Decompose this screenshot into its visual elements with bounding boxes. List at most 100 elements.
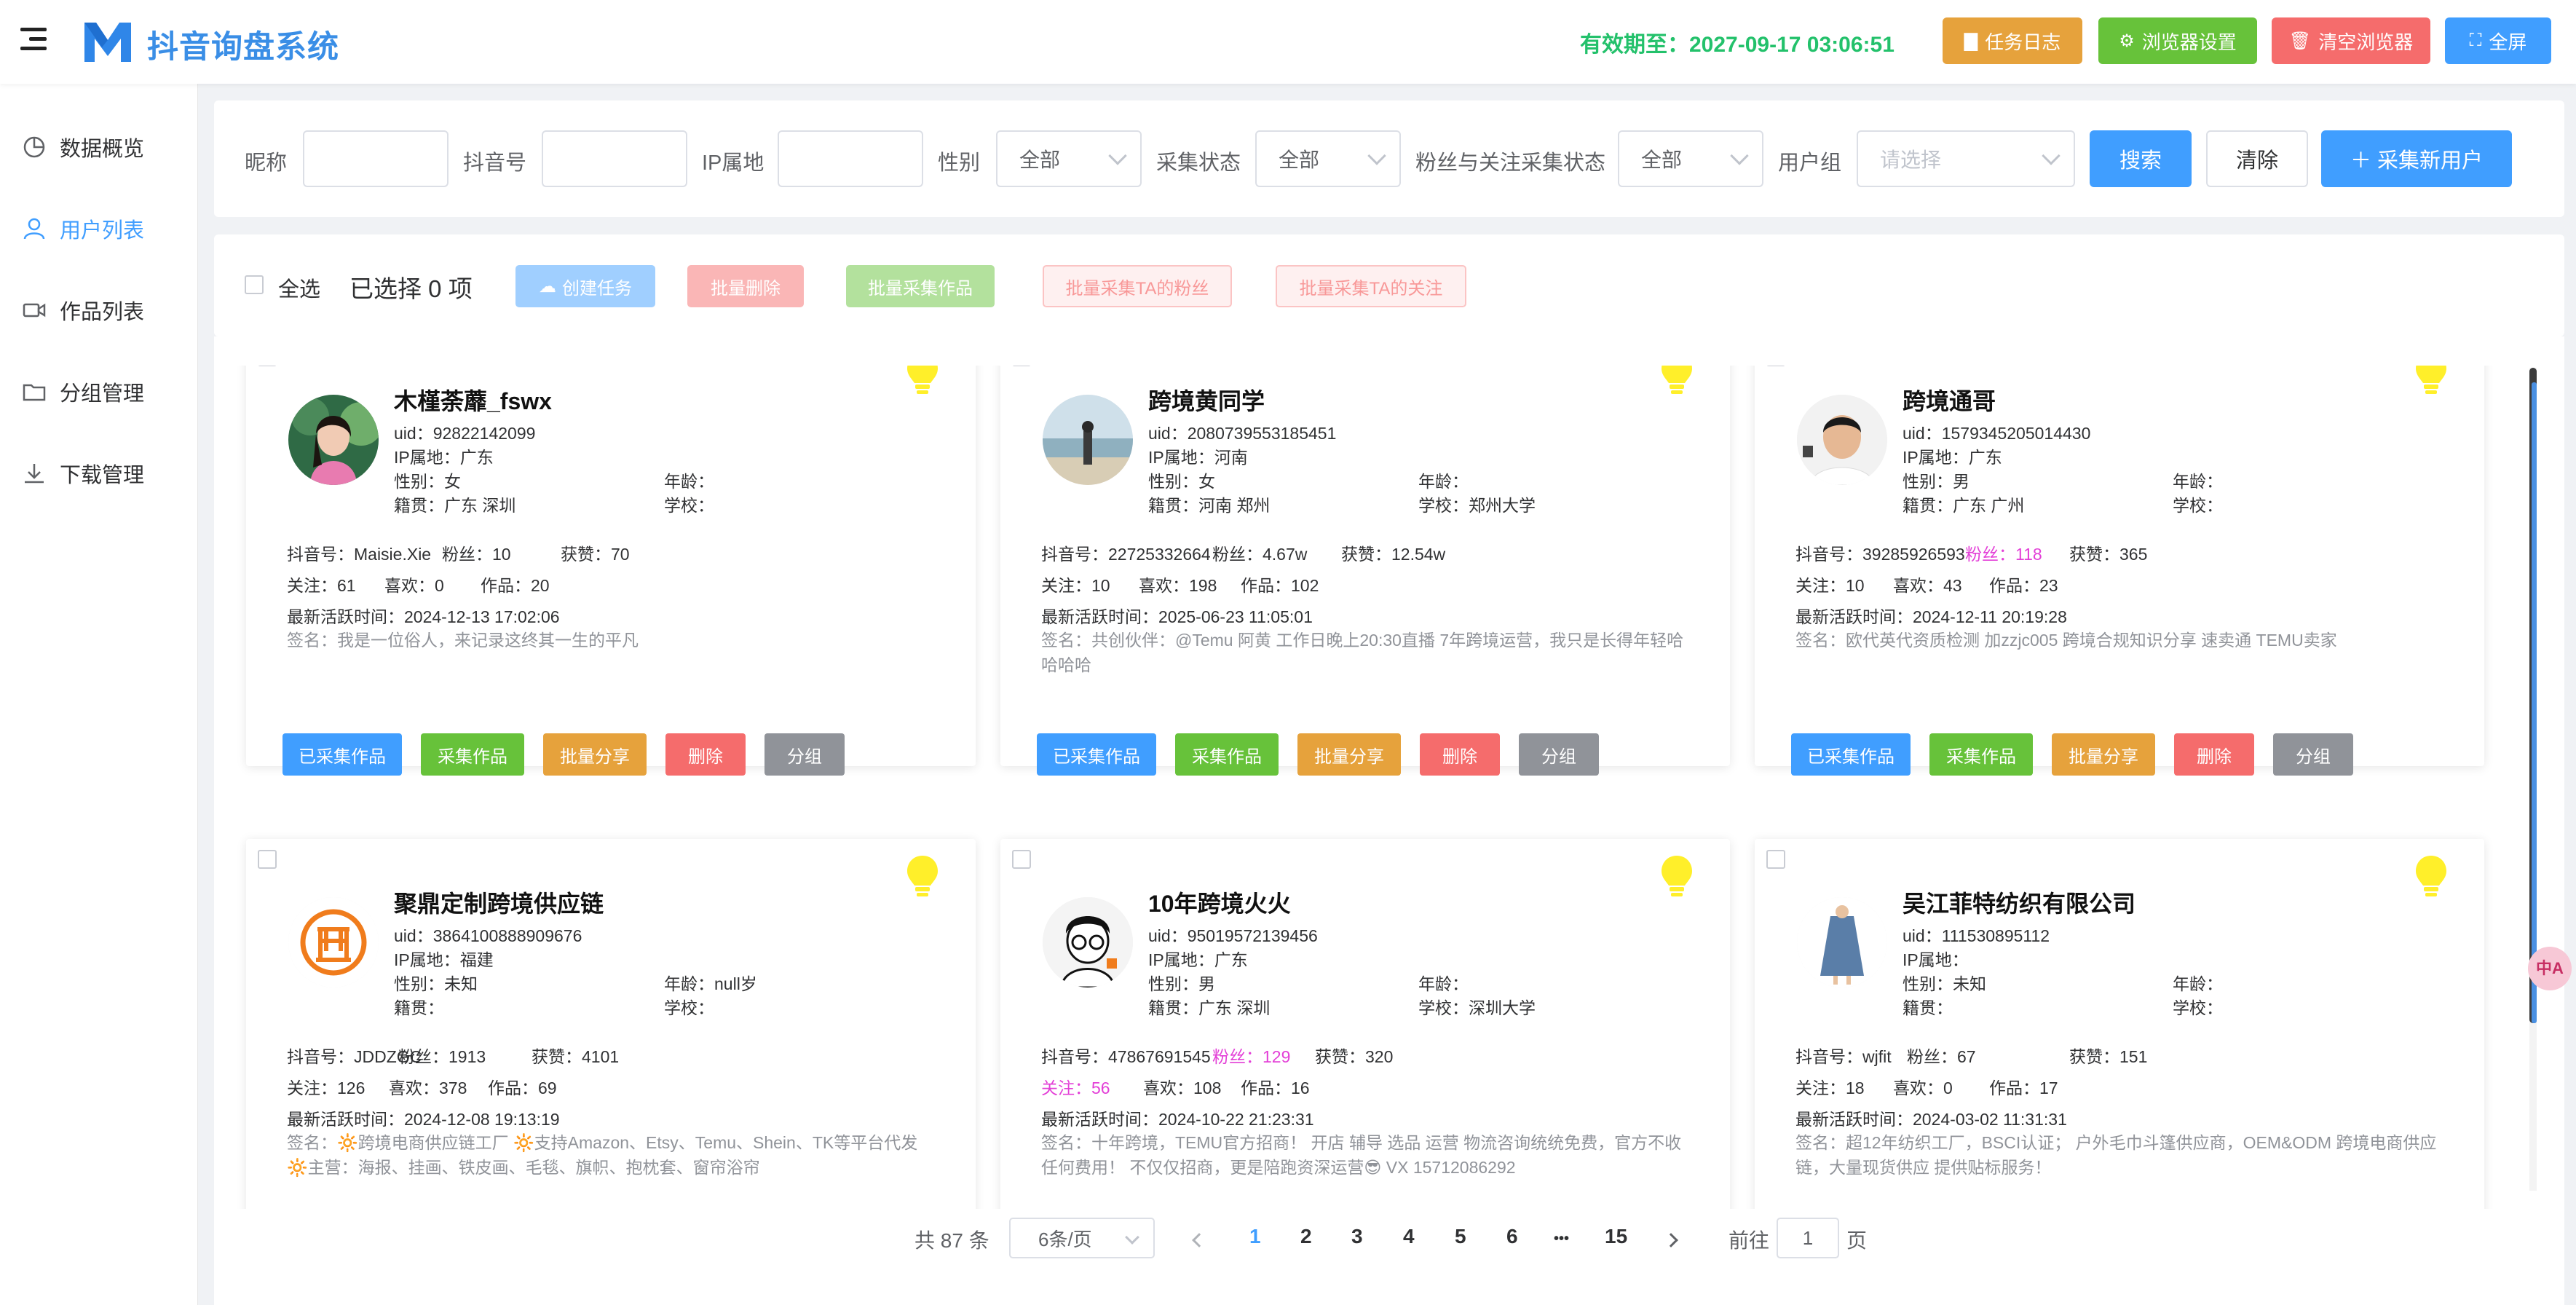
user-douyin-id: 抖音号：47867691545 [1041, 1047, 1211, 1066]
user-uid: uid：92822142099 [394, 424, 536, 443]
chevron-down-icon [1730, 146, 1749, 165]
page-number[interactable]: 2 [1300, 1225, 1312, 1248]
user-cards-viewport: 木槿荼蘼_fswx uid：92822142099 IP属地：广东 性别：女 年龄： 籍贯… [214, 366, 2564, 1209]
user-card: 吴江菲特纺织有限公司 uid：111530895112 IP属地： 性别：未知 年龄： 籍… [1755, 839, 2484, 1209]
user-fans-count: 粉丝：129 [1212, 1047, 1291, 1066]
translate-floating-button[interactable]: 中A [2528, 947, 2572, 990]
collect-works-button[interactable]: 采集作品 [1175, 733, 1279, 776]
fans-status-label: 粉丝与关注采集状态 [1415, 151, 1606, 175]
batch-action-bar: 全选 已选择 0 项 ☁ 创建任务 批量删除 批量采集作品 批量采集TA的粉丝 批… [214, 234, 2564, 336]
user-liked-count: 喜欢：108 [1143, 1079, 1222, 1097]
user-gender: 性别：男 [1903, 472, 1969, 491]
menu-toggle-icon[interactable] [20, 28, 50, 54]
user-native-place: 籍贯：河南 郑州 [1148, 496, 1271, 515]
user-card: 木槿荼蘼_fswx uid：92822142099 IP属地：广东 性别：女 年龄： 籍贯… [246, 366, 976, 776]
user-liked-count: 喜欢：0 [1893, 1079, 1953, 1097]
batch-share-button[interactable]: 批量分享 [2052, 733, 2155, 776]
user-native-place: 籍贯：广东 深圳 [1148, 998, 1271, 1017]
clear-button[interactable]: 清除 [2206, 130, 2308, 187]
user-douyin-id: 抖音号：Maisie.Xie [287, 545, 432, 564]
user-last-active: 最新活跃时间：2024-12-11 20:19:28 [1795, 607, 2067, 626]
batch-share-button[interactable]: 批量分享 [543, 733, 647, 776]
user-signature: 签名：共创伙伴：@Temu 阿黄 工作日晚上20:30直播 7年跨境运营，我只是… [1041, 631, 1684, 674]
collect-status-select[interactable]: 全部 [1255, 130, 1401, 187]
task-log-button[interactable]: ▇ 任务日志 [1943, 17, 2082, 64]
page-number[interactable]: 1 [1249, 1225, 1261, 1248]
fullscreen-button[interactable]: ⛶ 全屏 [2445, 17, 2551, 64]
search-button[interactable]: 搜索 [2090, 130, 2192, 187]
clear-browser-button[interactable]: 🗑 清空浏览器 [2272, 17, 2430, 64]
lightbulb-icon[interactable] [2413, 853, 2449, 899]
user-group-label: 用户组 [1778, 151, 1842, 175]
lightbulb-icon[interactable] [2413, 366, 2449, 396]
user-fans-count: 粉丝：10 [442, 545, 511, 564]
app-logo-icon [84, 23, 131, 62]
page-size-select[interactable]: 6条/页 [1009, 1218, 1155, 1258]
cartoon-glasses-avatar [1043, 897, 1133, 987]
sidebar-item-works[interactable]: 作品列表 [0, 288, 198, 332]
fans-status-select[interactable]: 全部 [1618, 130, 1763, 187]
group-user-button[interactable]: 分组 [1519, 733, 1599, 776]
select-all-checkbox[interactable] [245, 275, 264, 294]
sidebar-item-overview[interactable]: 数据概览 [0, 125, 198, 169]
lightbulb-icon[interactable] [1659, 366, 1695, 396]
batch-delete-button[interactable]: 批量删除 [687, 265, 804, 307]
user-school: 学校：郑州大学 [1418, 496, 1536, 515]
collected-works-button[interactable]: 已采集作品 [1037, 733, 1156, 776]
group-user-button[interactable]: 分组 [2273, 733, 2353, 776]
add-new-user-button[interactable]: ＋ 采集新用户 [2321, 130, 2512, 187]
lightbulb-icon[interactable] [904, 366, 941, 396]
page-number[interactable]: 15 [1605, 1225, 1627, 1248]
batch-share-button[interactable]: 批量分享 [1297, 733, 1401, 776]
card-select-checkbox[interactable] [1012, 850, 1031, 869]
card-select-checkbox[interactable] [258, 850, 277, 869]
delete-user-button[interactable]: 删除 [2174, 733, 2254, 776]
collected-works-button[interactable]: 已采集作品 [1791, 733, 1911, 776]
user-age: 年龄： [664, 472, 714, 491]
sidebar-item-users[interactable]: 用户列表 [0, 207, 198, 251]
page-ellipsis[interactable]: ••• [1554, 1231, 1569, 1247]
user-douyin-id: 抖音号：39285926593 [1795, 545, 1965, 564]
user-signature: 签名：超12年纺织工厂，BSCI认证； 户外毛巾斗篷供应商，OEM&ODM 跨境… [1795, 1133, 2437, 1177]
cloud-upload-icon: ☁ [539, 276, 556, 296]
user-works-count: 作品：20 [481, 576, 550, 595]
user-ip-location: IP属地： [1903, 950, 1969, 969]
page-number[interactable]: 4 [1403, 1225, 1415, 1248]
browser-settings-button[interactable]: ⚙ 浏览器设置 [2098, 17, 2257, 64]
delete-user-button[interactable]: 删除 [665, 733, 746, 776]
user-last-active: 最新活跃时间：2025-06-23 11:05:01 [1041, 607, 1313, 626]
folder-icon [23, 384, 46, 401]
lightbulb-icon[interactable] [904, 853, 941, 899]
batch-collect-works-button[interactable]: 批量采集作品 [846, 265, 995, 307]
batch-collect-following-button[interactable]: 批量采集TA的关注 [1276, 265, 1466, 307]
goto-page-input[interactable]: 1 [1777, 1218, 1839, 1258]
group-user-button[interactable]: 分组 [764, 733, 845, 776]
ip-location-label: IP属地 [702, 151, 764, 175]
batch-collect-fans-button[interactable]: 批量采集TA的粉丝 [1043, 265, 1232, 307]
collect-works-button[interactable]: 采集作品 [1929, 733, 2033, 776]
douyin-id-input[interactable] [542, 130, 687, 187]
filter-panel: 昵称 抖音号 IP属地 性别 全部 采集状态 全部 粉丝与关注采集状态 全部 用… [214, 100, 2564, 217]
create-task-button[interactable]: ☁ 创建任务 [515, 265, 655, 307]
nickname-label: 昵称 [245, 151, 288, 175]
user-likes-received: 获赞：365 [2069, 545, 2148, 564]
collect-works-button[interactable]: 采集作品 [421, 733, 524, 776]
nickname-input[interactable] [303, 130, 449, 187]
sidebar-item-groups[interactable]: 分组管理 [0, 370, 198, 414]
collected-works-button[interactable]: 已采集作品 [283, 733, 402, 776]
delete-user-button[interactable]: 删除 [1420, 733, 1500, 776]
page-number[interactable]: 3 [1351, 1225, 1363, 1248]
user-fans-count: 粉丝：1913 [398, 1047, 486, 1066]
card-select-checkbox[interactable] [1766, 850, 1785, 869]
user-likes-received: 获赞：151 [2069, 1047, 2148, 1066]
user-group-select[interactable]: 请选择 [1857, 130, 2075, 187]
user-following-count: 关注：126 [287, 1079, 366, 1097]
ip-location-input[interactable] [778, 130, 923, 187]
lightbulb-icon[interactable] [1659, 853, 1695, 899]
sidebar-item-downloads[interactable]: 下载管理 [0, 452, 198, 495]
chevron-down-icon [1125, 1230, 1139, 1245]
gender-select[interactable]: 全部 [996, 130, 1142, 187]
page-number[interactable]: 6 [1506, 1225, 1518, 1248]
page-number[interactable]: 5 [1455, 1225, 1466, 1248]
cards-scrollbar-accent [2532, 382, 2537, 1023]
